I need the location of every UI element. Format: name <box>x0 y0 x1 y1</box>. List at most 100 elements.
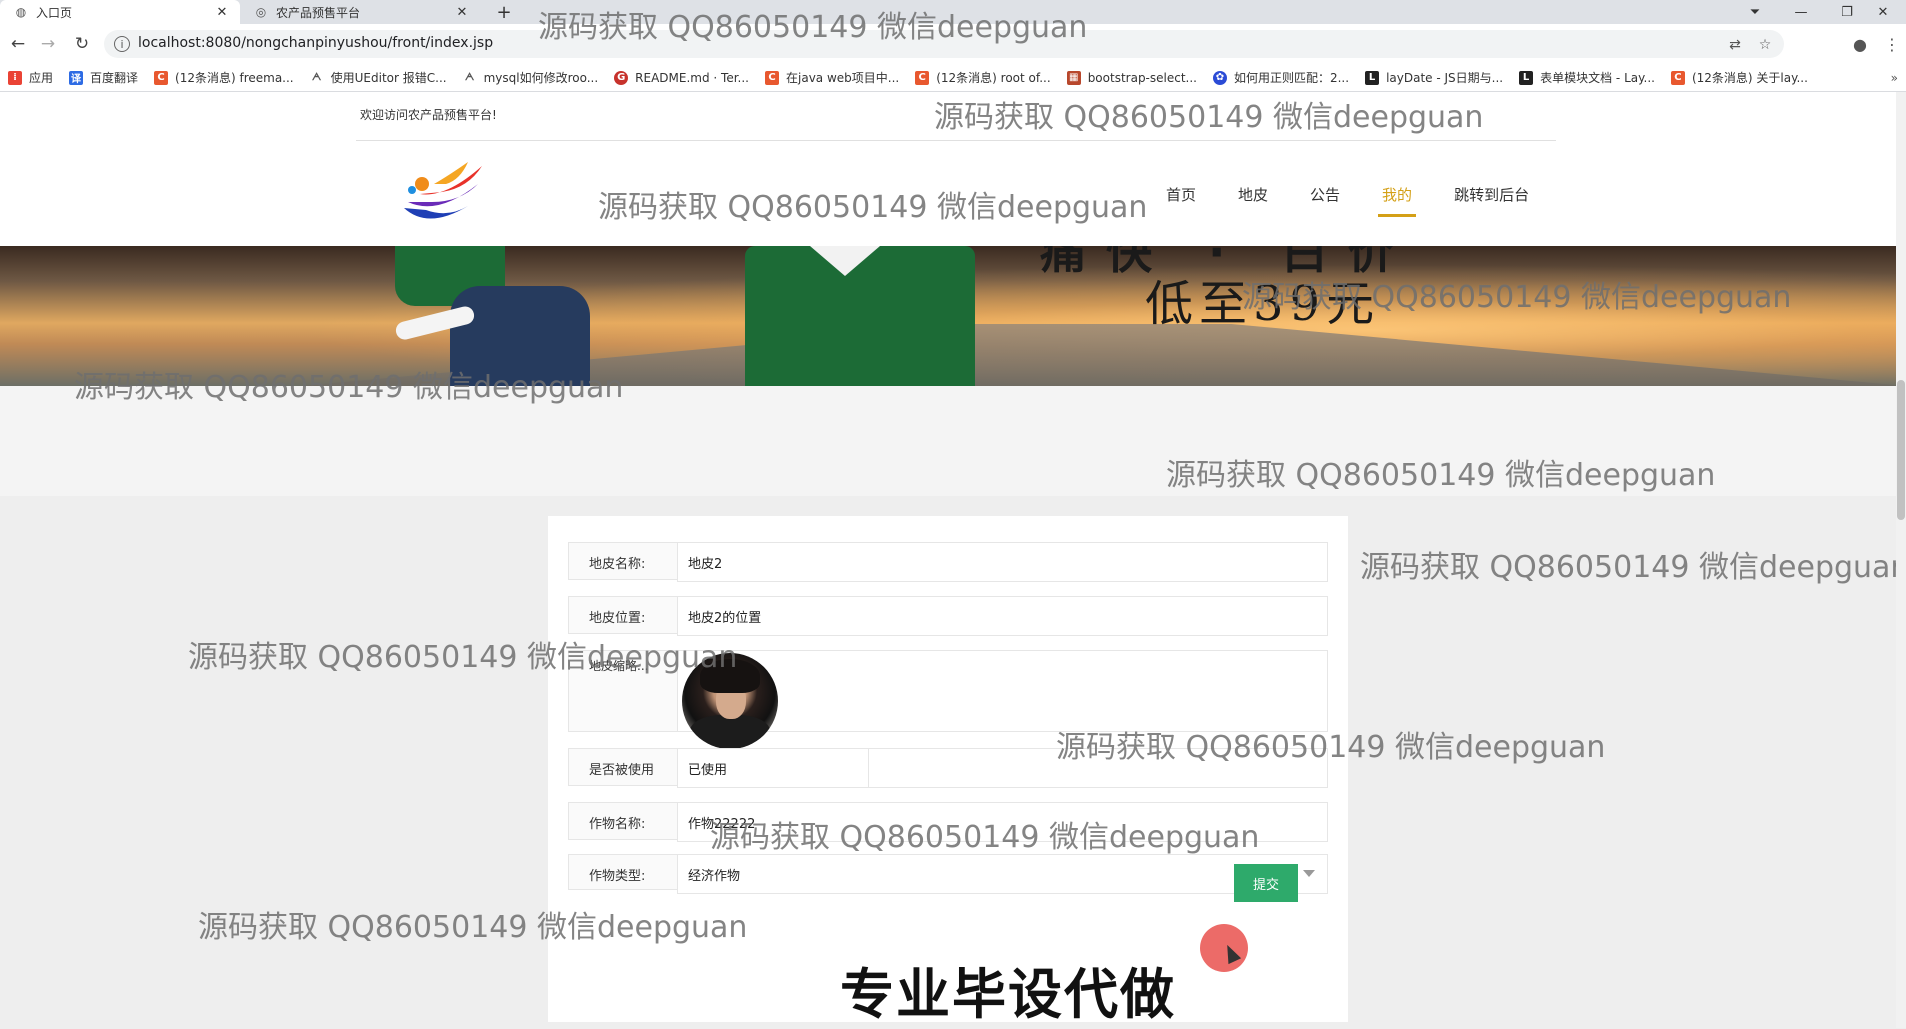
bookmark-label: (12条消息) freema... <box>175 71 294 85</box>
csdn-icon: C <box>765 70 779 85</box>
watermark: 源码获取 QQ86050149 微信deepguan <box>198 910 748 945</box>
layui-icon: L <box>1365 70 1380 85</box>
bookmark-item[interactable]: C (12条消息) root of... <box>915 69 1051 86</box>
watermark: 源码获取 QQ86050149 微信deepguan <box>1360 550 1906 585</box>
used-label: 是否被使用 <box>589 763 655 778</box>
bookmark-item[interactable]: C 在java web项目中... <box>765 69 899 86</box>
nav-mine[interactable]: 我的 <box>1378 184 1417 217</box>
bookmark-label: 使用UEditor 报错C... <box>330 71 447 85</box>
site-icon: ᗅ <box>462 70 477 85</box>
bookmarks-bar: ⁞ 应用 译百度翻译 C (12条消息) freema... ᗅ 使用UEditor … <box>0 64 1906 92</box>
form-row-location: 地皮位置: 地皮2的位置 <box>568 596 1328 636</box>
forward-arrow-icon[interactable]: → <box>36 32 60 56</box>
csdn-icon: C <box>1670 70 1685 85</box>
tab-entry-page[interactable]: ◍ 入口页 ✕ <box>0 0 240 24</box>
watermark: 源码获取 QQ86050149 微信deepguan <box>934 100 1484 135</box>
crop-name-label: 作物名称: <box>589 817 646 832</box>
minimize-button[interactable]: — <box>1778 0 1824 24</box>
bookmark-label: (12条消息) root of... <box>936 71 1051 85</box>
close-window-button[interactable]: ✕ <box>1860 0 1906 24</box>
page-scrollbar[interactable] <box>1896 92 1906 1028</box>
menu-dots-icon[interactable]: ⋮ <box>1880 32 1904 56</box>
used-value[interactable]: 已使用 <box>677 748 869 788</box>
watermark: 源码获取 QQ86050149 微信deepguan <box>74 370 624 405</box>
nav-home[interactable]: 首页 <box>1162 184 1200 217</box>
bookmark-item[interactable]: ▦ bootstrap-select... <box>1066 70 1197 85</box>
scrollbar-thumb[interactable] <box>1897 380 1905 520</box>
bookmark-item[interactable]: ᗅ mysql如何修改roo... <box>462 69 599 86</box>
land-name-label: 地皮名称: <box>589 557 646 572</box>
tab-title: 入口页 <box>36 5 73 20</box>
watermark: 源码获取 QQ86050149 微信deepguan <box>188 640 738 675</box>
globe-icon: ◍ <box>15 5 27 19</box>
watermark: 源码获取 QQ86050149 微信deepguan <box>1166 458 1716 493</box>
bookmark-label: 表单模块文档 - Lay... <box>1540 71 1655 85</box>
nav-notice[interactable]: 公告 <box>1306 184 1344 217</box>
crop-type-select[interactable]: 经济作物 <box>677 854 1328 894</box>
nav-admin[interactable]: 跳转到后台 <box>1450 184 1533 217</box>
crop-type-label: 作物类型: <box>589 869 646 884</box>
csdn-icon: C <box>915 70 930 85</box>
bookmark-item[interactable]: C (12条消息) freema... <box>154 69 294 86</box>
back-arrow-icon[interactable]: ← <box>6 32 30 56</box>
bookmarks-overflow-icon[interactable]: » <box>1891 71 1898 85</box>
bookmark-item[interactable]: G README.md · Ter... <box>614 70 749 85</box>
bookmark-item[interactable]: L 表单模块文档 - Lay... <box>1519 69 1655 86</box>
close-icon[interactable]: ✕ <box>454 5 470 20</box>
translate-icon: 译 <box>69 70 84 85</box>
baidu-icon: ✿ <box>1212 70 1227 85</box>
nav-land[interactable]: 地皮 <box>1234 184 1272 217</box>
star-icon[interactable]: ☆ <box>1756 36 1774 54</box>
watermark: 源码获取 QQ86050149 微信deepguan <box>1056 730 1606 765</box>
watermark: 源码获取 QQ86050149 微信deepguan <box>538 10 1088 45</box>
bookmark-apps[interactable]: ⁞ 应用 <box>8 69 53 86</box>
site-icon: ᗅ <box>309 70 324 85</box>
bookmark-label: (12条消息) 关于lay... <box>1691 71 1808 85</box>
main-nav: 首页 地皮 公告 我的 跳转到后台 <box>1162 184 1567 217</box>
bookmark-label: 在java web项目中... <box>786 71 900 85</box>
apps-grid-icon: ⁞ <box>8 70 22 85</box>
translate-icon[interactable]: ⇄ <box>1726 36 1744 54</box>
bookmark-item[interactable]: 译百度翻译 <box>69 69 138 86</box>
close-icon[interactable]: ✕ <box>214 5 230 20</box>
info-icon[interactable]: i <box>114 36 130 52</box>
gitee-icon: G <box>614 70 629 85</box>
site-logo[interactable] <box>398 158 490 228</box>
promo-overlay-text: 专业毕设代做 <box>840 963 1176 1026</box>
welcome-text: 欢迎访问农产品预售平台! <box>360 108 497 122</box>
crop-type-value: 经济作物 <box>688 868 741 884</box>
land-name-input[interactable]: 地皮2 <box>677 542 1328 582</box>
header-divider <box>356 140 1556 141</box>
bookmark-label: 如何用正则匹配：2... <box>1233 71 1350 85</box>
reload-icon[interactable]: ↻ <box>70 32 94 56</box>
bookmark-label: README.md · Ter... <box>635 70 749 85</box>
blog-icon: ▦ <box>1066 70 1081 85</box>
land-location-input[interactable]: 地皮2的位置 <box>677 596 1328 636</box>
bookmark-label: 百度翻译 <box>90 71 139 85</box>
account-icon[interactable]: ● <box>1848 32 1872 56</box>
form-row-name: 地皮名称: 地皮2 <box>568 542 1328 582</box>
tab-platform[interactable]: ◎ 农产品预售平台 ✕ <box>240 0 480 24</box>
bookmark-label: mysql如何修改roo... <box>483 71 599 85</box>
bookmark-label: 应用 <box>29 71 54 85</box>
bookmark-label: layDate - JS日期与... <box>1386 71 1504 85</box>
watermark: 源码获取 QQ86050149 微信deepguan <box>598 190 1148 225</box>
tab-title: 农产品预售平台 <box>276 5 361 20</box>
settings-icon: ◎ <box>255 5 267 19</box>
bookmark-item[interactable]: ✿ 如何用正则匹配：2... <box>1212 69 1350 86</box>
form-row-crop-type: 作物类型: 经济作物 <box>568 854 1328 894</box>
banner-model <box>745 246 975 386</box>
bookmark-item[interactable]: LlayDate - JS日期与... <box>1365 69 1503 86</box>
bookmark-label: bootstrap-select... <box>1087 70 1197 85</box>
profile-menu-icon[interactable]: ⏷ <box>1732 0 1778 24</box>
new-tab-button[interactable]: + <box>490 0 518 24</box>
bookmark-item[interactable]: ᗅ 使用UEditor 报错C... <box>309 69 447 86</box>
csdn-icon: C <box>154 70 169 85</box>
submit-button[interactable]: 提交 <box>1234 864 1298 902</box>
watermark: 源码获取 QQ86050149 微信deepguan <box>1242 280 1792 315</box>
bookmark-item[interactable]: C (12条消息) 关于lay... <box>1670 69 1808 86</box>
watermark: 源码获取 QQ86050149 微信deepguan <box>710 820 1260 855</box>
layui-icon: L <box>1519 70 1534 85</box>
thumbnail-area <box>677 650 1328 749</box>
land-location-label: 地皮位置: <box>589 611 646 626</box>
